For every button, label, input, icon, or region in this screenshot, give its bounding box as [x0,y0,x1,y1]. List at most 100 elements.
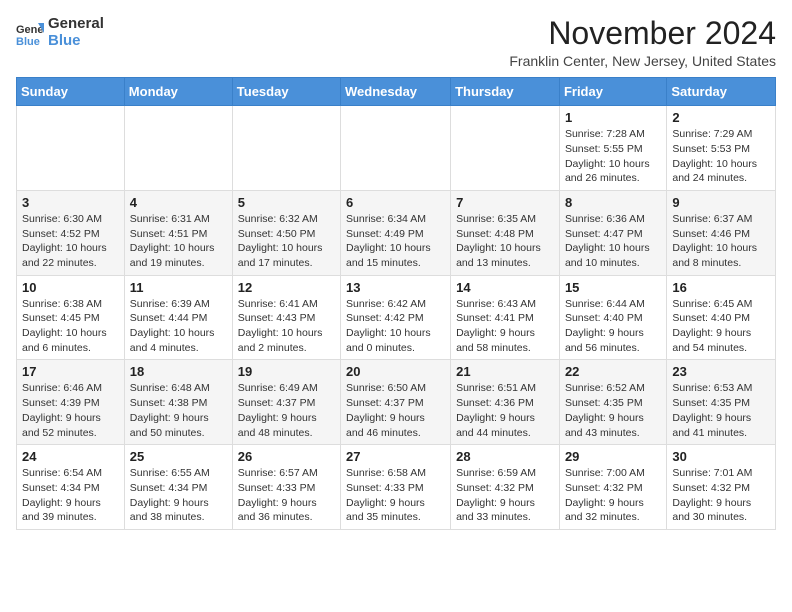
calendar-cell: 2Sunrise: 7:29 AM Sunset: 5:53 PM Daylig… [667,106,776,191]
day-info: Sunrise: 6:55 AM Sunset: 4:34 PM Dayligh… [130,466,227,525]
day-info: Sunrise: 6:32 AM Sunset: 4:50 PM Dayligh… [238,212,335,271]
calendar-header-row: SundayMondayTuesdayWednesdayThursdayFrid… [17,78,776,106]
calendar-week-4: 24 Sunrise: 6:54 AM Sunset: 4:34 PM Dayli… [17,445,776,530]
day-info: Sunrise: 6:51 AM Sunset: 4:36 PM Dayligh… [456,381,554,440]
day-number: 3 [22,195,119,210]
header-thursday: Thursday [451,78,560,106]
calendar-cell [341,106,451,191]
calendar-cell: 10 Sunrise: 6:38 AM Sunset: 4:45 PM Dayli… [17,275,125,360]
day-number: 20 [346,364,445,379]
day-info: Sunrise: 6:39 AM Sunset: 4:44 PM Dayligh… [130,297,227,356]
calendar-cell: 23 Sunrise: 6:53 AM Sunset: 4:35 PM Dayli… [667,360,776,445]
day-number: 9 [672,195,770,210]
day-number: 10 [22,280,119,295]
calendar-cell: 16 Sunrise: 6:45 AM Sunset: 4:40 PM Dayli… [667,275,776,360]
page-header: General Blue General Blue November 2024 … [16,16,776,69]
day-info: Sunrise: 6:54 AM Sunset: 4:34 PM Dayligh… [22,466,119,525]
calendar-cell: 8Sunrise: 6:36 AM Sunset: 4:47 PM Daylig… [559,190,666,275]
calendar-cell [451,106,560,191]
day-number: 22 [565,364,661,379]
day-info: Sunrise: 6:44 AM Sunset: 4:40 PM Dayligh… [565,297,661,356]
day-info: Sunrise: 6:50 AM Sunset: 4:37 PM Dayligh… [346,381,445,440]
calendar-cell: 22 Sunrise: 6:52 AM Sunset: 4:35 PM Dayli… [559,360,666,445]
calendar-cell: 20 Sunrise: 6:50 AM Sunset: 4:37 PM Dayli… [341,360,451,445]
calendar-cell: 11 Sunrise: 6:39 AM Sunset: 4:44 PM Dayli… [124,275,232,360]
day-number: 6 [346,195,445,210]
calendar-cell: 13 Sunrise: 6:42 AM Sunset: 4:42 PM Dayli… [341,275,451,360]
calendar-title: November 2024 [509,16,776,51]
header-tuesday: Tuesday [232,78,340,106]
day-number: 25 [130,449,227,464]
day-number: 5 [238,195,335,210]
day-number: 11 [130,280,227,295]
calendar-cell: 12Sunrise: 6:41 AM Sunset: 4:43 PM Dayli… [232,275,340,360]
day-info: Sunrise: 6:59 AM Sunset: 4:32 PM Dayligh… [456,466,554,525]
calendar-week-0: 1 Sunrise: 7:28 AM Sunset: 5:55 PM Daylig… [17,106,776,191]
header-monday: Monday [124,78,232,106]
day-number: 19 [238,364,335,379]
day-number: 1 [565,110,661,125]
calendar-cell: 15 Sunrise: 6:44 AM Sunset: 4:40 PM Dayli… [559,275,666,360]
calendar-cell: 14 Sunrise: 6:43 AM Sunset: 4:41 PM Dayli… [451,275,560,360]
day-info: Sunrise: 7:00 AM Sunset: 4:32 PM Dayligh… [565,466,661,525]
day-number: 27 [346,449,445,464]
logo: General Blue General Blue [16,16,104,49]
calendar-cell: 4 Sunrise: 6:31 AM Sunset: 4:51 PM Daylig… [124,190,232,275]
day-info: Sunrise: 6:53 AM Sunset: 4:35 PM Dayligh… [672,381,770,440]
calendar-cell: 6 Sunrise: 6:34 AM Sunset: 4:49 PM Daylig… [341,190,451,275]
calendar-cell: 26Sunrise: 6:57 AM Sunset: 4:33 PM Dayli… [232,445,340,530]
day-number: 14 [456,280,554,295]
day-number: 15 [565,280,661,295]
calendar-cell: 18 Sunrise: 6:48 AM Sunset: 4:38 PM Dayli… [124,360,232,445]
calendar-cell [17,106,125,191]
day-info: Sunrise: 6:38 AM Sunset: 4:45 PM Dayligh… [22,297,119,356]
day-info: Sunrise: 6:42 AM Sunset: 4:42 PM Dayligh… [346,297,445,356]
calendar-cell: 28Sunrise: 6:59 AM Sunset: 4:32 PM Dayli… [451,445,560,530]
day-info: Sunrise: 7:29 AM Sunset: 5:53 PM Dayligh… [672,127,770,186]
calendar-cell: 25 Sunrise: 6:55 AM Sunset: 4:34 PM Dayli… [124,445,232,530]
day-number: 7 [456,195,554,210]
day-info: Sunrise: 6:46 AM Sunset: 4:39 PM Dayligh… [22,381,119,440]
header-friday: Friday [559,78,666,106]
day-info: Sunrise: 6:49 AM Sunset: 4:37 PM Dayligh… [238,381,335,440]
header-saturday: Saturday [667,78,776,106]
day-info: Sunrise: 7:28 AM Sunset: 5:55 PM Dayligh… [565,127,661,186]
day-info: Sunrise: 6:35 AM Sunset: 4:48 PM Dayligh… [456,212,554,271]
day-number: 17 [22,364,119,379]
header-wednesday: Wednesday [341,78,451,106]
day-info: Sunrise: 6:36 AM Sunset: 4:47 PM Dayligh… [565,212,661,271]
calendar-week-2: 10 Sunrise: 6:38 AM Sunset: 4:45 PM Dayli… [17,275,776,360]
day-number: 23 [672,364,770,379]
day-info: Sunrise: 6:37 AM Sunset: 4:46 PM Dayligh… [672,212,770,271]
calendar-cell: 9 Sunrise: 6:37 AM Sunset: 4:46 PM Daylig… [667,190,776,275]
day-number: 21 [456,364,554,379]
day-number: 16 [672,280,770,295]
day-number: 29 [565,449,661,464]
calendar-week-1: 3 Sunrise: 6:30 AM Sunset: 4:52 PM Daylig… [17,190,776,275]
day-info: Sunrise: 7:01 AM Sunset: 4:32 PM Dayligh… [672,466,770,525]
svg-text:Blue: Blue [16,36,40,47]
calendar-cell: 30Sunrise: 7:01 AM Sunset: 4:32 PM Dayli… [667,445,776,530]
logo-icon: General Blue [16,19,44,47]
day-number: 13 [346,280,445,295]
calendar-cell: 1 Sunrise: 7:28 AM Sunset: 5:55 PM Daylig… [559,106,666,191]
day-number: 24 [22,449,119,464]
day-info: Sunrise: 6:57 AM Sunset: 4:33 PM Dayligh… [238,466,335,525]
calendar-cell: 19 Sunrise: 6:49 AM Sunset: 4:37 PM Dayli… [232,360,340,445]
day-info: Sunrise: 6:34 AM Sunset: 4:49 PM Dayligh… [346,212,445,271]
day-info: Sunrise: 6:52 AM Sunset: 4:35 PM Dayligh… [565,381,661,440]
calendar-cell: 21 Sunrise: 6:51 AM Sunset: 4:36 PM Dayli… [451,360,560,445]
day-info: Sunrise: 6:45 AM Sunset: 4:40 PM Dayligh… [672,297,770,356]
calendar-cell [124,106,232,191]
calendar-cell [232,106,340,191]
calendar-cell: 7 Sunrise: 6:35 AM Sunset: 4:48 PM Daylig… [451,190,560,275]
day-number: 18 [130,364,227,379]
calendar-cell: 3 Sunrise: 6:30 AM Sunset: 4:52 PM Daylig… [17,190,125,275]
calendar-subtitle: Franklin Center, New Jersey, United Stat… [509,53,776,69]
day-number: 4 [130,195,227,210]
day-info: Sunrise: 6:43 AM Sunset: 4:41 PM Dayligh… [456,297,554,356]
day-info: Sunrise: 6:30 AM Sunset: 4:52 PM Dayligh… [22,212,119,271]
day-info: Sunrise: 6:48 AM Sunset: 4:38 PM Dayligh… [130,381,227,440]
day-info: Sunrise: 6:41 AM Sunset: 4:43 PM Dayligh… [238,297,335,356]
day-info: Sunrise: 6:31 AM Sunset: 4:51 PM Dayligh… [130,212,227,271]
